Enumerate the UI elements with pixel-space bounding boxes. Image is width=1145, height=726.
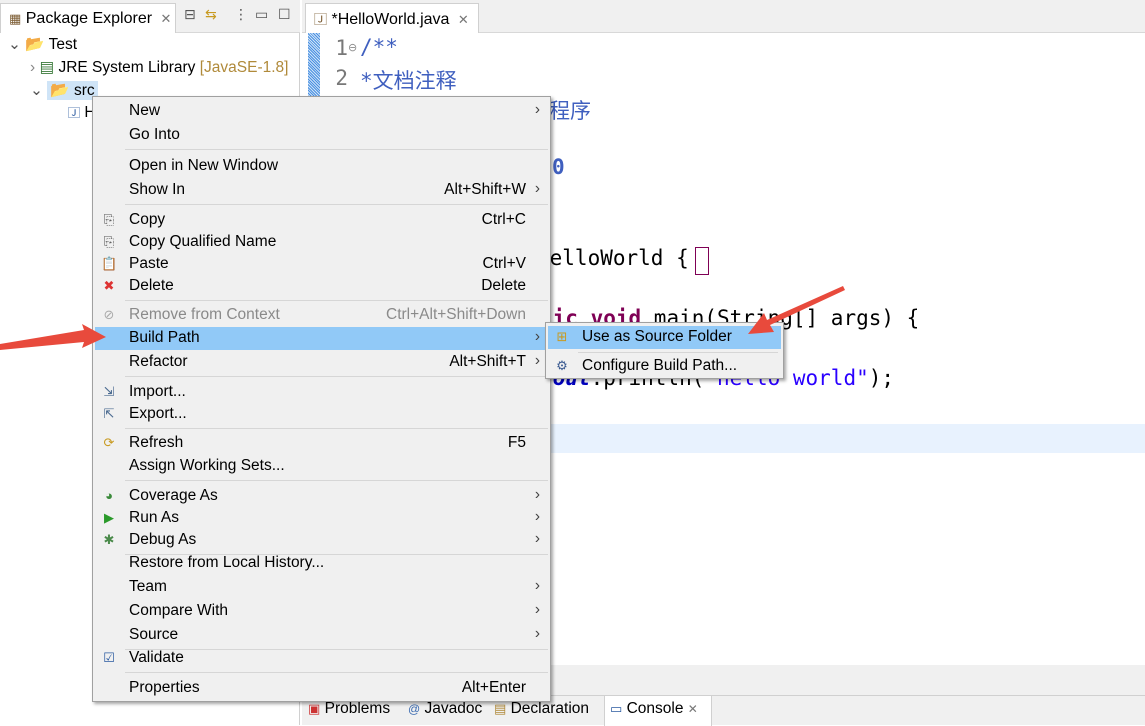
- annotation-arrows: [0, 286, 845, 350]
- arrow-left: [0, 324, 106, 350]
- arrow-right: [748, 286, 845, 334]
